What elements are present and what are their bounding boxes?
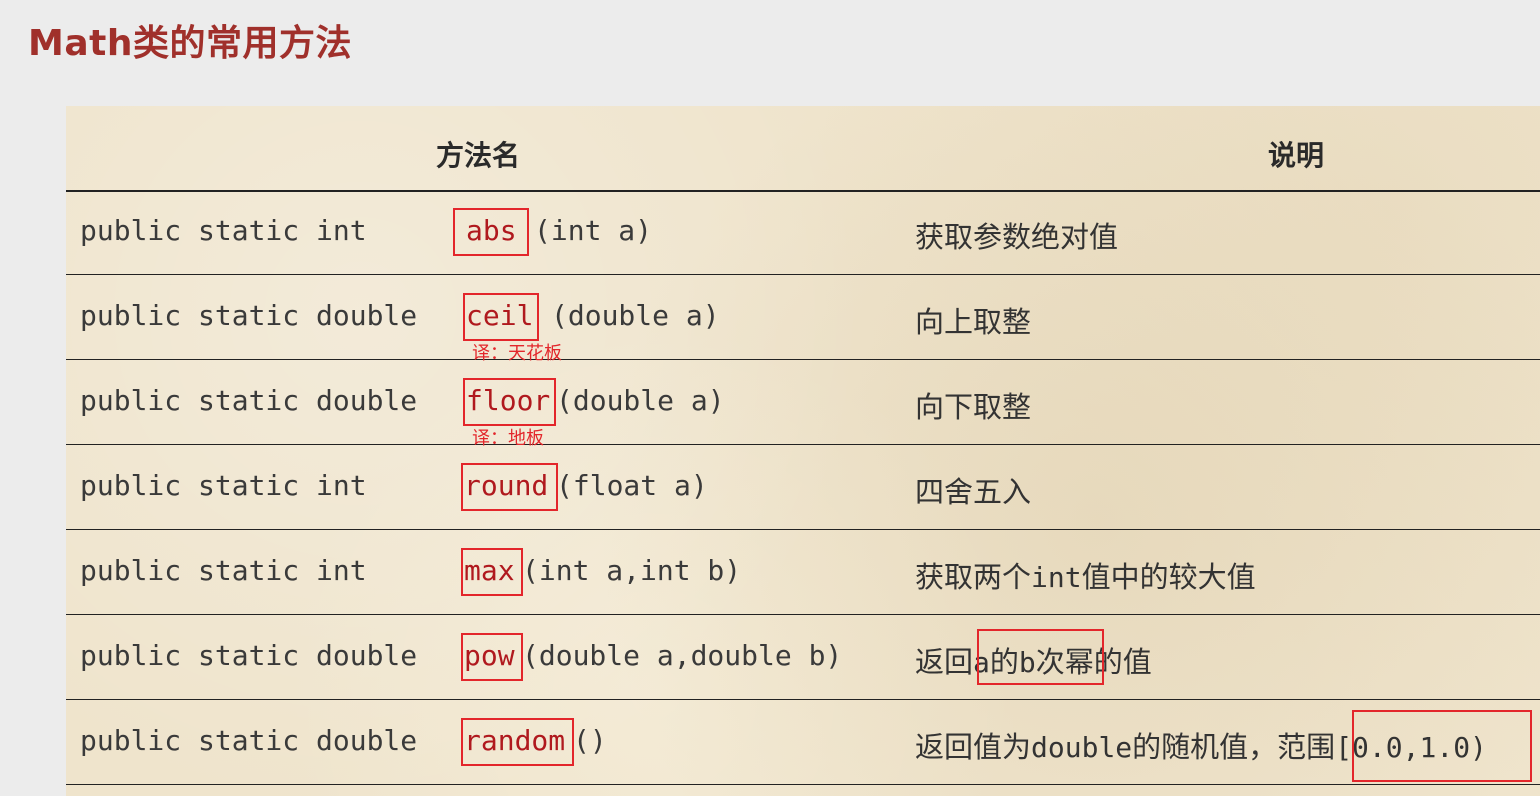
header-method-name: 方法名 bbox=[436, 139, 521, 172]
method-description: 向下取整 bbox=[915, 390, 1032, 424]
method-params: (float a) bbox=[556, 469, 708, 502]
method-description: 获取两个int值中的较大值 bbox=[915, 554, 1256, 596]
page-title: Math类的常用方法 bbox=[28, 23, 352, 64]
method-params: () bbox=[573, 724, 607, 757]
method-signature: public static double bbox=[80, 724, 418, 757]
table-header: 方法名 说明 bbox=[66, 106, 1540, 192]
header-description: 说明 bbox=[1268, 139, 1325, 172]
table-row: public static int abs (int a) 获取参数绝对值 bbox=[66, 190, 1540, 275]
desc-text: 的随机值，范围 bbox=[1132, 730, 1336, 764]
table-row: public static double pow (double a,doubl… bbox=[66, 615, 1540, 700]
method-signature: public static double bbox=[80, 384, 418, 417]
highlight-box bbox=[461, 548, 523, 596]
methods-table: 方法名 说明 public static int abs (int a) 获取参… bbox=[66, 106, 1540, 796]
desc-text: 返回值为 bbox=[915, 730, 1032, 764]
method-signature: public static int bbox=[80, 469, 367, 502]
method-params: (double a) bbox=[556, 384, 725, 417]
method-signature: public static double bbox=[80, 639, 418, 672]
highlight-box bbox=[463, 378, 556, 426]
highlight-box bbox=[461, 718, 574, 766]
desc-code: double bbox=[1031, 731, 1133, 764]
desc-text: 值中的较大值 bbox=[1081, 560, 1256, 594]
table-row: public static int round (float a) 四舍五入 bbox=[66, 445, 1540, 530]
method-params: (double a) bbox=[551, 299, 720, 332]
method-params: (int a) bbox=[534, 214, 653, 247]
highlight-box bbox=[1352, 710, 1532, 782]
desc-text: 获取两个 bbox=[915, 560, 1032, 594]
method-description: 向上取整 bbox=[915, 305, 1032, 339]
highlight-box bbox=[461, 633, 523, 681]
highlight-box bbox=[463, 293, 539, 341]
table-row: public static double random () 返回值为doubl… bbox=[66, 700, 1540, 785]
method-params: (double a,double b) bbox=[522, 639, 843, 672]
highlight-box bbox=[977, 629, 1104, 685]
desc-code: int bbox=[1031, 561, 1082, 594]
table-row: public static double ceil (double a) 译：天… bbox=[66, 275, 1540, 364]
method-signature: public static int bbox=[80, 554, 367, 587]
highlight-box bbox=[453, 208, 529, 256]
table-row: public static double floor (double a) 译：… bbox=[66, 360, 1540, 449]
method-params: (int a,int b) bbox=[522, 554, 742, 587]
method-signature: public static int bbox=[80, 214, 367, 247]
table-row: public static int max (int a,int b) 获取两个… bbox=[66, 530, 1540, 615]
highlight-box bbox=[461, 463, 558, 511]
method-description: 获取参数绝对值 bbox=[915, 220, 1119, 254]
desc-text: 返回 bbox=[915, 645, 974, 679]
method-description: 四舍五入 bbox=[915, 475, 1032, 509]
method-signature: public static double bbox=[80, 299, 418, 332]
